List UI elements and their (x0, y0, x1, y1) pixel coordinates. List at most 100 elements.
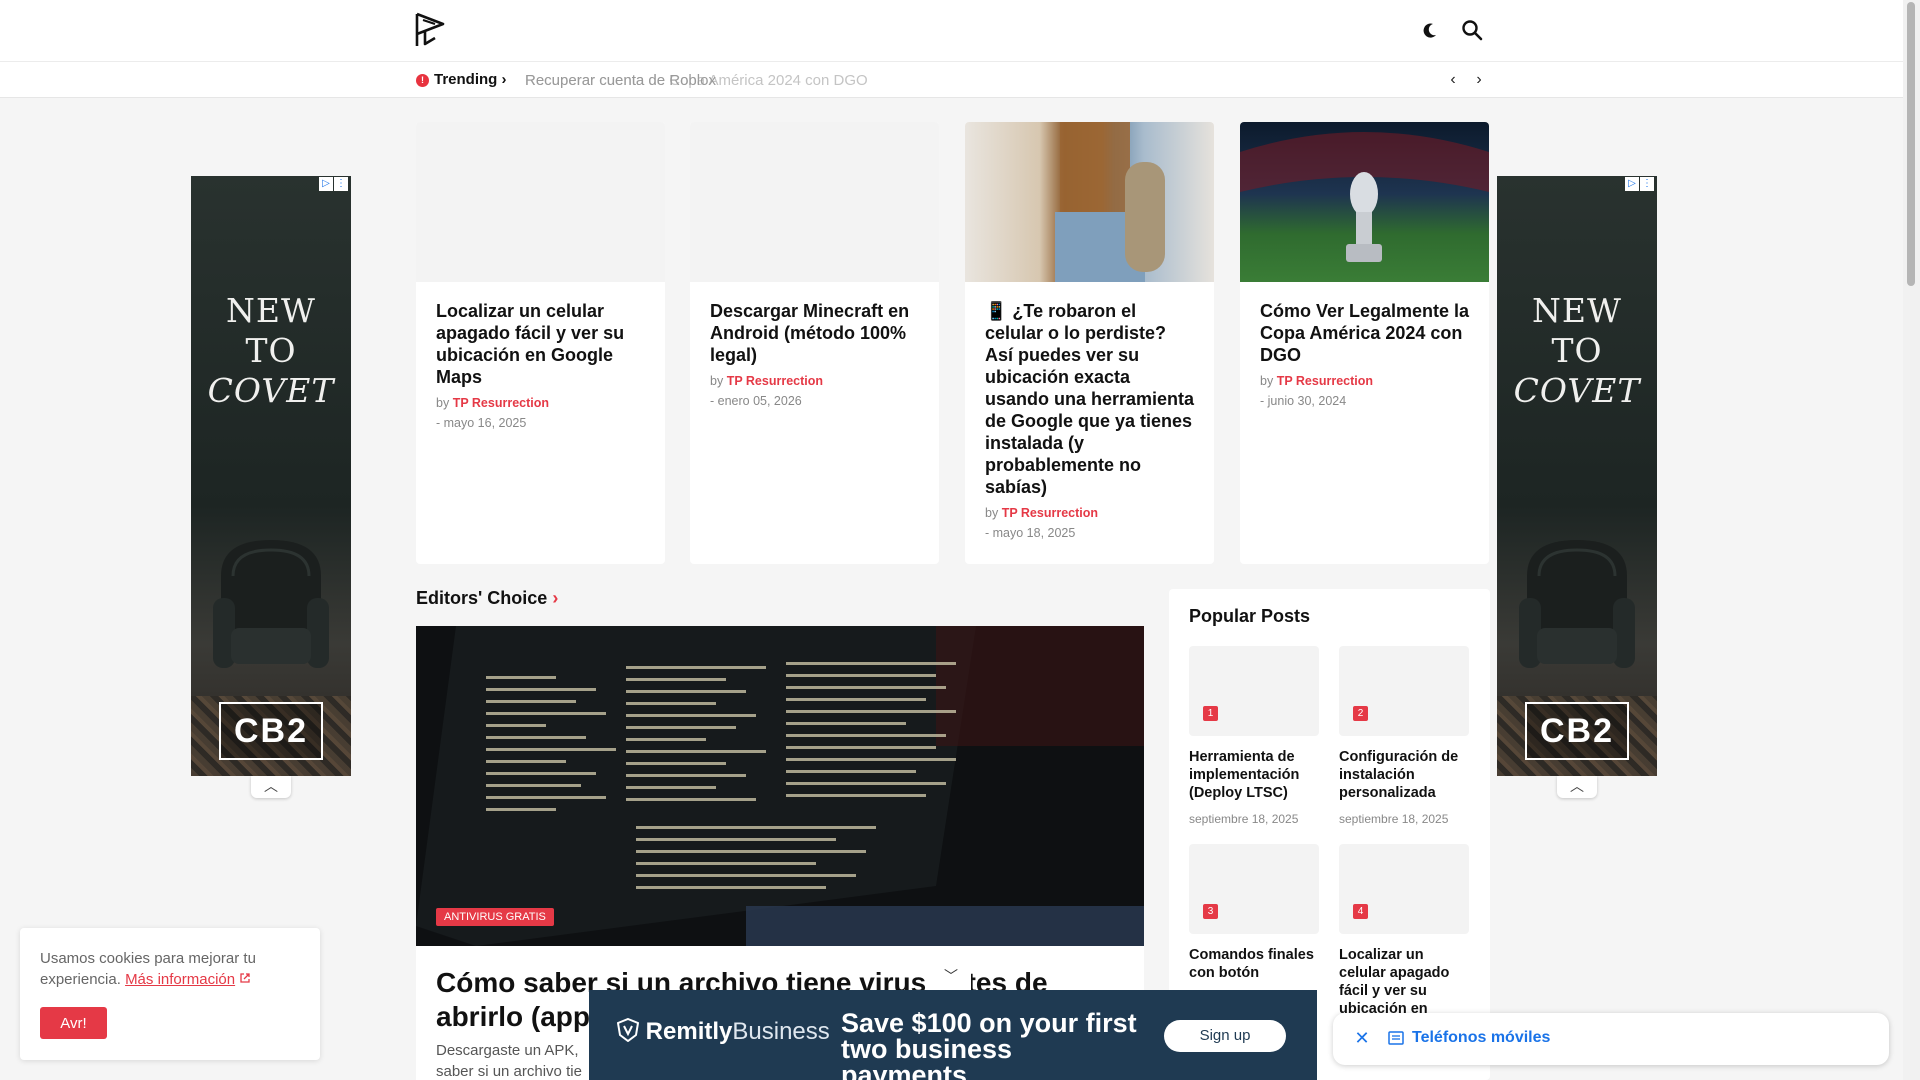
section-title-text: Editors' Choice (416, 588, 548, 608)
editors-choice-title[interactable]: Editors' Choice › (416, 588, 558, 609)
popular-post-title[interactable]: Localizar un celular apagado fácil y ver… (1339, 946, 1469, 1018)
post-date: - junio 30, 2024 (1260, 394, 1347, 408)
trending-bar: ! Trending › Recuperar cuenta de Copa Am… (0, 62, 1903, 98)
ad-headline: NEW TO COVET (191, 291, 351, 411)
ad-collapse-button-left[interactable]: ︿ (251, 776, 291, 798)
logo-icon[interactable] (413, 10, 449, 50)
post-meta: by TP Resurrection (985, 506, 1098, 520)
ad-headline: Save $100 on your first two business pay… (841, 1008, 1137, 1080)
by-label: by (710, 374, 724, 388)
post-title[interactable]: Localizar un celular apagado fácil y ver… (436, 300, 648, 388)
ad-brand: CB2 (1525, 702, 1629, 760)
site-header (0, 0, 1903, 62)
post-author-link[interactable]: TP Resurrection (1277, 374, 1373, 388)
close-icon[interactable]: ✕ (1351, 1027, 1373, 1049)
ad-collapse-button-right[interactable]: ︿ (1557, 776, 1597, 798)
ad-brand-name: Remitly (645, 1018, 733, 1045)
scrollbar-thumb[interactable] (1907, 2, 1915, 286)
rank-badge: 4 (1353, 904, 1368, 919)
ad-signup-button[interactable]: Sign up (1164, 1020, 1286, 1052)
ad-line: COVET (207, 371, 335, 410)
rank-badge: 3 (1203, 904, 1218, 919)
by-label: by (436, 396, 450, 410)
ad-line: COVET (1513, 371, 1641, 410)
popular-post-thumbnail[interactable]: 4 (1339, 844, 1469, 934)
featured-excerpt: Descargaste un APK, saber si un archivo … (436, 1042, 582, 1080)
armchair-image (1519, 540, 1635, 668)
trending-ticker-text[interactable]: Recuperar cuenta de Roblox (525, 72, 716, 89)
post-date: - enero 05, 2026 (710, 394, 802, 408)
post-card[interactable]: Descargar Minecraft en Android (método 1… (690, 122, 939, 564)
post-card[interactable]: Cómo Ver Legalmente la Copa América 2024… (1240, 122, 1489, 564)
popular-post-item[interactable]: 3 Comandos finales con botón (1189, 844, 1319, 982)
ad-choices[interactable]: ▷ ⋮ (319, 177, 348, 191)
dark-mode-icon[interactable] (1420, 20, 1440, 40)
post-thumbnail[interactable] (416, 122, 665, 282)
trending-ticker[interactable]: Recuperar cuenta de Copa América 2024 co… (525, 72, 868, 89)
post-meta: by TP Resurrection (710, 374, 823, 388)
popular-post-date: septiembre 18, 2025 (1189, 812, 1299, 826)
post-author-link[interactable]: TP Resurrection (1002, 506, 1098, 520)
trending-dot-icon: ! (416, 74, 429, 87)
search-icon[interactable] (1460, 18, 1484, 42)
post-author-link[interactable]: TP Resurrection (453, 396, 549, 410)
category-tag[interactable]: ANTIVIRUS GRATIS (436, 908, 554, 926)
rank-badge: 1 (1203, 706, 1218, 721)
popular-post-thumbnail[interactable]: 1 (1189, 646, 1319, 736)
rank-badge: 2 (1353, 706, 1368, 721)
bottom-ad-banner[interactable]: RemitlyBusiness Save $100 on your first … (589, 990, 1317, 1080)
cookie-text: Usamos cookies para mejorar tu experienc… (40, 948, 300, 990)
remitly-shield-icon (616, 1017, 640, 1043)
ad-menu-icon[interactable]: ⋮ (334, 177, 348, 191)
trending-prev-button[interactable]: ‹ (1444, 71, 1462, 89)
chevron-right-icon: › (552, 588, 559, 608)
popular-post-item[interactable]: 1 Herramienta de implementación (Deploy … (1189, 646, 1319, 826)
popular-post-date: septiembre 18, 2025 (1339, 812, 1449, 826)
popular-post-title[interactable]: Herramienta de implementación (Deploy LT… (1189, 748, 1319, 802)
popular-post-thumbnail[interactable]: 2 (1339, 646, 1469, 736)
popular-post-title[interactable]: Configuración de instalación personaliza… (1339, 748, 1469, 802)
more-info-link-text[interactable]: Más información (125, 971, 235, 988)
popular-post-title[interactable]: Comandos finales con botón (1189, 946, 1319, 982)
post-date: - mayo 18, 2025 (985, 526, 1076, 540)
external-link-icon[interactable] (239, 972, 251, 984)
featured-image[interactable] (416, 626, 1144, 946)
by-label: by (1260, 374, 1274, 388)
side-ad-left[interactable]: ▷ ⋮ NEW TO COVET CB2 (191, 176, 351, 776)
cookie-accept-button[interactable]: Avr! (40, 1007, 107, 1039)
more-info-link[interactable]: Más información (125, 971, 235, 988)
ad-line: NEW (226, 291, 316, 330)
ad-menu-icon[interactable]: ⋮ (1640, 177, 1654, 191)
trending-next-button[interactable]: › (1470, 71, 1488, 89)
by-label: by (985, 506, 999, 520)
adchoices-icon[interactable]: ▷ (319, 177, 333, 191)
popular-posts-title: Popular Posts (1189, 606, 1311, 626)
post-title[interactable]: Cómo Ver Legalmente la Copa América 2024… (1260, 300, 1472, 366)
post-thumbnail[interactable] (690, 122, 939, 282)
ad-headline: NEW TO COVET (1497, 291, 1657, 411)
trophy-image (1240, 132, 1489, 262)
jeans-pocket-image (1055, 122, 1165, 282)
post-author-link[interactable]: TP Resurrection (727, 374, 823, 388)
post-meta: by TP Resurrection (436, 396, 549, 410)
post-title[interactable]: 📱 ¿Te robaron el celular o lo perdiste? … (985, 300, 1197, 498)
topic-chip[interactable]: ✕ Teléfonos móviles (1333, 1013, 1889, 1065)
ad-line: TO (1551, 331, 1603, 370)
bottom-ad-collapse-button[interactable]: ﹀ (931, 962, 971, 990)
topic-chip-label[interactable]: Teléfonos móviles (1412, 1029, 1550, 1047)
trending-label[interactable]: Trending › (434, 71, 507, 88)
ad-brand-suffix: Business (732, 1018, 830, 1045)
post-thumbnail[interactable] (965, 122, 1214, 282)
popular-post-thumbnail[interactable]: 3 (1189, 844, 1319, 934)
ad-choices[interactable]: ▷ ⋮ (1625, 177, 1654, 191)
cookie-banner: Usamos cookies para mejorar tu experienc… (20, 928, 320, 1060)
post-card[interactable]: Localizar un celular apagado fácil y ver… (416, 122, 665, 564)
post-title[interactable]: Descargar Minecraft en Android (método 1… (710, 300, 922, 366)
popular-post-item[interactable]: 2 Configuración de instalación personali… (1339, 646, 1469, 826)
side-ad-right[interactable]: ▷ ⋮ NEW TO COVET CB2 (1497, 176, 1657, 776)
popular-post-item[interactable]: 4 Localizar un celular apagado fácil y v… (1339, 844, 1469, 1018)
adchoices-icon[interactable]: ▷ (1625, 177, 1639, 191)
post-thumbnail[interactable] (1240, 122, 1489, 282)
post-card[interactable]: 📱 ¿Te robaron el celular o lo perdiste? … (965, 122, 1214, 564)
page-scrollbar[interactable] (1903, 0, 1920, 1080)
